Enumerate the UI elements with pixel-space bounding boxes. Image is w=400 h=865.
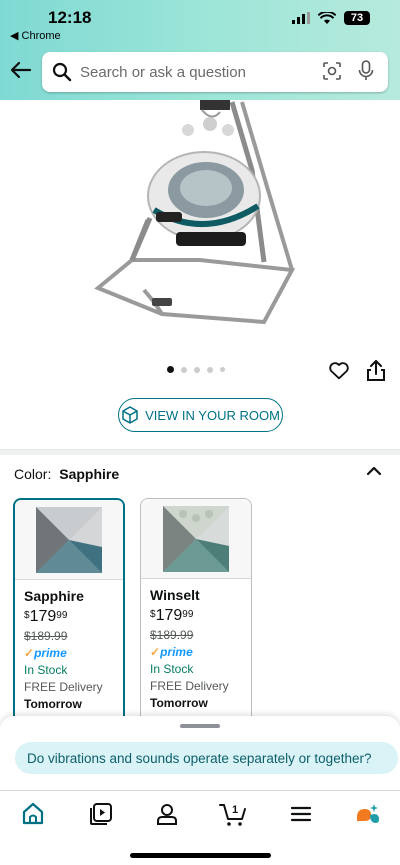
menu-icon[interactable] xyxy=(288,801,314,827)
swatch-delivery-day: Tomorrow xyxy=(24,697,82,711)
search-bar[interactable] xyxy=(42,52,388,92)
section-divider xyxy=(0,449,400,455)
pager-dot[interactable] xyxy=(207,366,213,373)
swatch-list-price: $189.99 xyxy=(150,628,194,642)
status-icons: 73 xyxy=(292,11,370,25)
share-icon[interactable] xyxy=(366,360,386,382)
pager-dot-active[interactable] xyxy=(167,366,174,373)
rufus-icon[interactable] xyxy=(354,801,380,827)
product-image[interactable] xyxy=(92,100,308,332)
selected-color: Sapphire xyxy=(59,466,120,482)
fabric-winselt-image xyxy=(163,505,229,572)
pager-dot[interactable] xyxy=(220,367,225,372)
swatch-price: $17999 xyxy=(24,608,68,625)
prime-badge: ✓prime xyxy=(24,646,67,660)
heart-icon[interactable] xyxy=(328,360,350,382)
swatch-stock: In Stock xyxy=(24,663,68,677)
signal-icon xyxy=(292,12,310,24)
assistant-sheet[interactable]: Do vibrations and sounds operate separat… xyxy=(0,716,400,790)
baby-swing-illustration xyxy=(94,100,296,325)
swatch-thumbnail xyxy=(141,499,251,579)
fabric-sapphire-image xyxy=(36,506,102,573)
camera-icon[interactable] xyxy=(322,61,342,81)
header: 12:18 ◀ Chrome 73 xyxy=(0,0,400,100)
view-in-room-button[interactable]: VIEW IN YOUR ROOM xyxy=(118,398,283,432)
swatch-delivery-day: Tomorrow xyxy=(150,696,208,710)
color-selector-header: Color: Sapphire xyxy=(14,466,119,482)
status-time: 12:18 xyxy=(48,8,92,27)
account-icon[interactable] xyxy=(154,801,180,827)
color-swatch-sapphire[interactable]: Sapphire $17999 $189.99 ✓prime In Stock … xyxy=(13,498,125,728)
sheet-drag-handle[interactable] xyxy=(180,724,220,728)
view-in-room-label: VIEW IN YOUR ROOM xyxy=(145,407,280,423)
search-input[interactable] xyxy=(80,63,300,81)
swatch-name: Winselt xyxy=(150,587,200,603)
search-icon xyxy=(52,62,72,82)
cart-count: 1 xyxy=(232,804,238,816)
swatch-name: Sapphire xyxy=(24,588,84,604)
prime-badge: ✓prime xyxy=(150,645,193,659)
back-arrow-icon[interactable] xyxy=(9,58,33,82)
video-icon[interactable] xyxy=(88,801,114,827)
swatch-price: $17999 xyxy=(150,607,194,624)
ar-cube-icon xyxy=(122,406,138,424)
battery-indicator: 73 xyxy=(344,11,370,25)
color-label: Color: xyxy=(14,466,52,482)
swatch-delivery: FREE Delivery xyxy=(150,679,229,693)
chevron-up-icon[interactable] xyxy=(366,465,382,477)
home-icon[interactable] xyxy=(20,801,46,827)
suggested-question-chip[interactable]: Do vibrations and sounds operate separat… xyxy=(15,742,398,774)
color-swatch-winselt[interactable]: Winselt $17999 $189.99 ✓prime In Stock F… xyxy=(140,498,252,728)
swatch-stock: In Stock xyxy=(150,662,194,676)
pager-dot[interactable] xyxy=(181,366,187,373)
pager-dot[interactable] xyxy=(194,366,200,373)
cart-icon[interactable]: 1 xyxy=(218,801,248,827)
mic-icon[interactable] xyxy=(358,60,374,82)
swatch-delivery: FREE Delivery xyxy=(24,680,103,694)
home-indicator[interactable] xyxy=(130,853,271,858)
wifi-icon xyxy=(318,11,336,24)
swatch-list-price: $189.99 xyxy=(24,629,68,643)
back-to-app-link[interactable]: ◀ Chrome xyxy=(10,29,61,42)
swatch-thumbnail xyxy=(15,500,123,580)
image-pager[interactable] xyxy=(167,366,225,373)
